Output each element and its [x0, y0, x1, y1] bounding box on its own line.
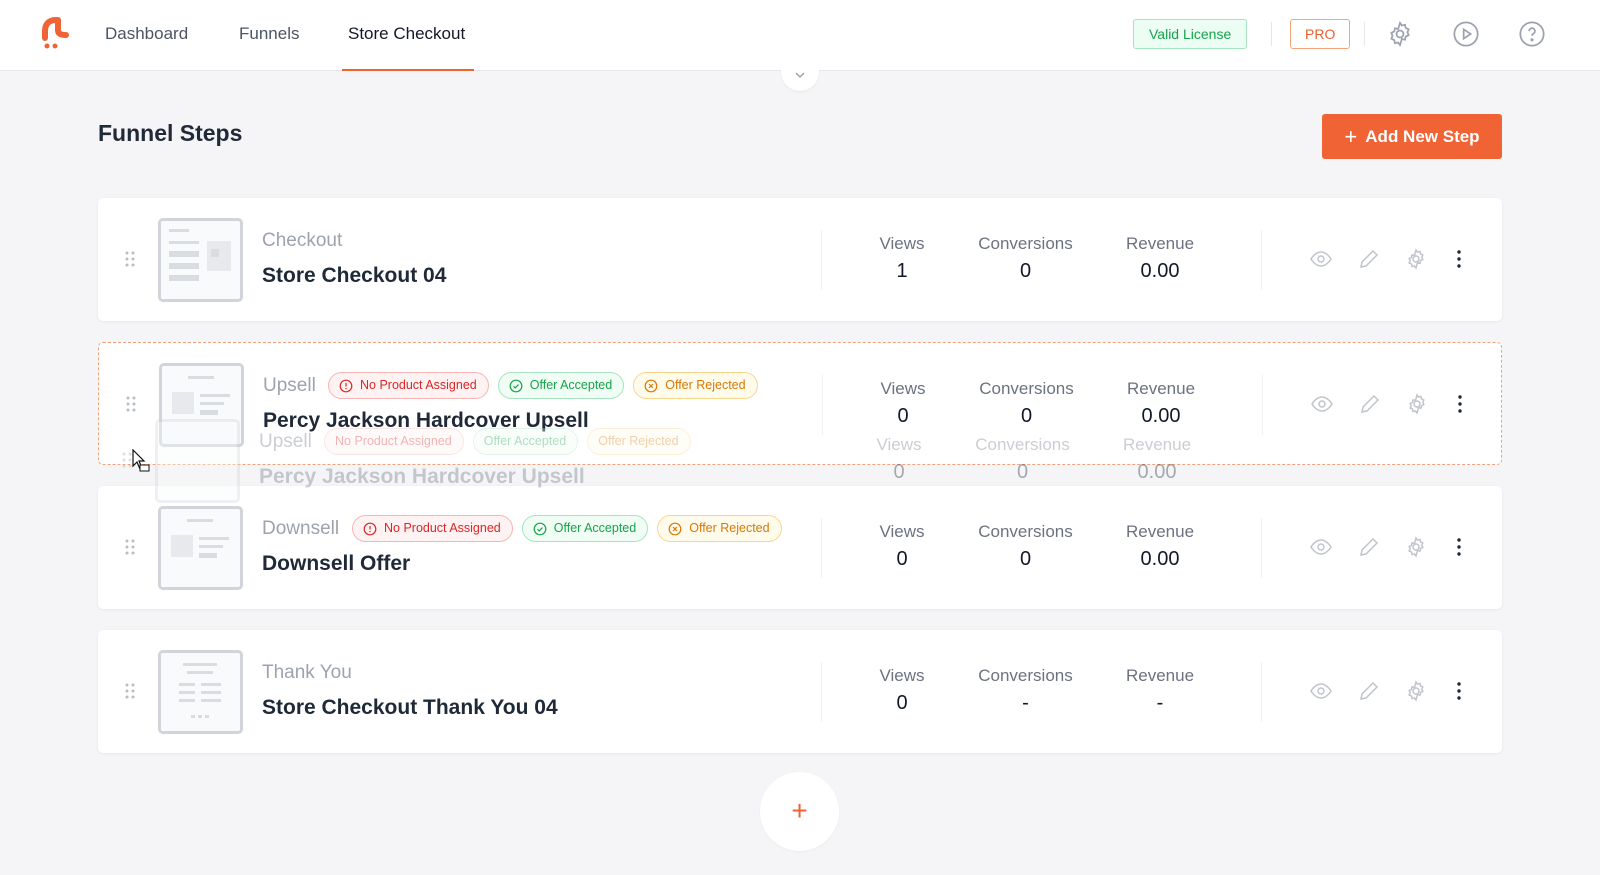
divider	[821, 518, 822, 578]
conversions-stat: Conversions 0	[978, 522, 1073, 570]
eye-icon[interactable]	[1310, 392, 1334, 416]
chevron-down-icon	[795, 72, 805, 79]
pencil-icon[interactable]	[1357, 679, 1381, 703]
step-card-upsell[interactable]: Upsell No Product Assigned Offer Accepte…	[98, 342, 1502, 465]
divider	[1261, 518, 1262, 578]
step-tags: No Product Assigned Offer Accepted Offer…	[352, 515, 782, 542]
alert-icon	[363, 522, 377, 535]
step-type: Downsell	[262, 518, 340, 539]
add-step-circle-button[interactable]: +	[760, 772, 839, 851]
nav-dashboard[interactable]: Dashboard	[105, 24, 188, 44]
gear-icon[interactable]	[1405, 392, 1429, 416]
pencil-icon[interactable]	[1358, 392, 1382, 416]
x-circle-icon	[644, 379, 658, 392]
more-vertical-icon[interactable]	[1447, 247, 1471, 271]
divider	[1271, 22, 1272, 46]
step-tags: No Product Assigned Offer Accepted Offer…	[328, 372, 758, 399]
x-circle-icon	[668, 522, 682, 535]
conversions-stat: Conversions -	[978, 666, 1073, 714]
plus-icon: +	[1344, 124, 1358, 149]
drag-handle-icon[interactable]	[125, 395, 137, 413]
check-circle-icon	[509, 379, 523, 392]
offer-accepted-tag[interactable]: Offer Accepted	[521, 515, 649, 542]
eye-icon[interactable]	[1309, 679, 1333, 703]
step-title[interactable]: Downsell Offer	[262, 552, 410, 576]
divider	[1261, 662, 1262, 722]
divider	[1364, 22, 1365, 46]
views-stat: Views 1	[879, 234, 925, 282]
step-title[interactable]: Store Checkout 04	[262, 264, 446, 288]
divider	[821, 230, 822, 290]
license-badge[interactable]: Valid License	[1133, 19, 1248, 49]
revenue-stat: Revenue 0.00	[1125, 234, 1195, 282]
revenue-stat: Revenue -	[1125, 666, 1195, 714]
step-thumbnail	[159, 363, 244, 447]
alert-icon	[339, 379, 353, 392]
gear-icon[interactable]	[1404, 535, 1428, 559]
more-vertical-icon[interactable]	[1447, 679, 1471, 703]
drag-handle-icon[interactable]	[124, 538, 136, 556]
gear-icon[interactable]	[1404, 247, 1428, 271]
views-stat: Views 0	[879, 522, 925, 570]
eye-icon[interactable]	[1309, 535, 1333, 559]
step-title[interactable]: Store Checkout Thank You 04	[262, 696, 558, 720]
views-stat: Views 0	[880, 379, 926, 427]
gear-icon[interactable]	[1386, 20, 1414, 48]
pencil-icon[interactable]	[1357, 535, 1381, 559]
step-thumbnail	[158, 650, 243, 734]
conversions-stat: Conversions 0	[979, 379, 1074, 427]
drag-handle-icon[interactable]	[124, 682, 136, 700]
step-card-checkout[interactable]: Checkout Store Checkout 04 Views 1 Conver…	[98, 198, 1502, 321]
divider	[821, 662, 822, 722]
step-card-downsell[interactable]: Downsell No Product Assigned Offer Accep…	[98, 486, 1502, 609]
views-stat: Views 0	[879, 666, 925, 714]
revenue-stat: Revenue 0.00	[1125, 522, 1195, 570]
play-icon[interactable]	[1452, 20, 1480, 48]
step-type: Checkout	[262, 230, 343, 251]
add-new-step-button[interactable]: + Add New Step	[1322, 114, 1502, 159]
step-thumbnail	[158, 218, 243, 302]
drag-handle-icon[interactable]	[124, 250, 136, 268]
conversions-stat: Conversions 0	[978, 234, 1073, 282]
collapse-toggle[interactable]	[781, 63, 819, 91]
step-card-thank-you[interactable]: Thank You Store Checkout Thank You 04 Vi…	[98, 630, 1502, 753]
nav-funnels[interactable]: Funnels	[239, 24, 299, 44]
more-vertical-icon[interactable]	[1448, 392, 1472, 416]
nav-store-checkout[interactable]: Store Checkout	[348, 24, 465, 44]
pencil-icon[interactable]	[1357, 247, 1381, 271]
no-product-tag[interactable]: No Product Assigned	[328, 372, 489, 399]
offer-accepted-tag[interactable]: Offer Accepted	[497, 372, 625, 399]
offer-rejected-tag[interactable]: Offer Rejected	[633, 372, 758, 399]
top-navbar: Dashboard Funnels Store Checkout Valid L…	[0, 0, 1600, 71]
divider	[1261, 230, 1262, 290]
page-title: Funnel Steps	[98, 120, 243, 146]
active-tab-indicator	[342, 69, 474, 71]
help-icon[interactable]	[1518, 20, 1546, 48]
more-vertical-icon[interactable]	[1447, 535, 1471, 559]
step-type: Upsell	[263, 375, 316, 396]
gear-icon[interactable]	[1404, 679, 1428, 703]
step-thumbnail	[158, 506, 243, 590]
divider	[822, 375, 823, 435]
mouse-cursor-icon	[132, 449, 150, 472]
step-type: Thank You	[262, 662, 352, 683]
no-product-tag[interactable]: No Product Assigned	[352, 515, 513, 542]
cartflows-logo-icon[interactable]	[36, 16, 70, 50]
check-circle-icon	[533, 522, 547, 535]
divider	[1262, 375, 1263, 435]
revenue-stat: Revenue 0.00	[1126, 379, 1196, 427]
offer-rejected-tag[interactable]: Offer Rejected	[657, 515, 782, 542]
pro-badge[interactable]: PRO	[1290, 19, 1351, 49]
eye-icon[interactable]	[1309, 247, 1333, 271]
step-title[interactable]: Percy Jackson Hardcover Upsell	[263, 409, 589, 433]
